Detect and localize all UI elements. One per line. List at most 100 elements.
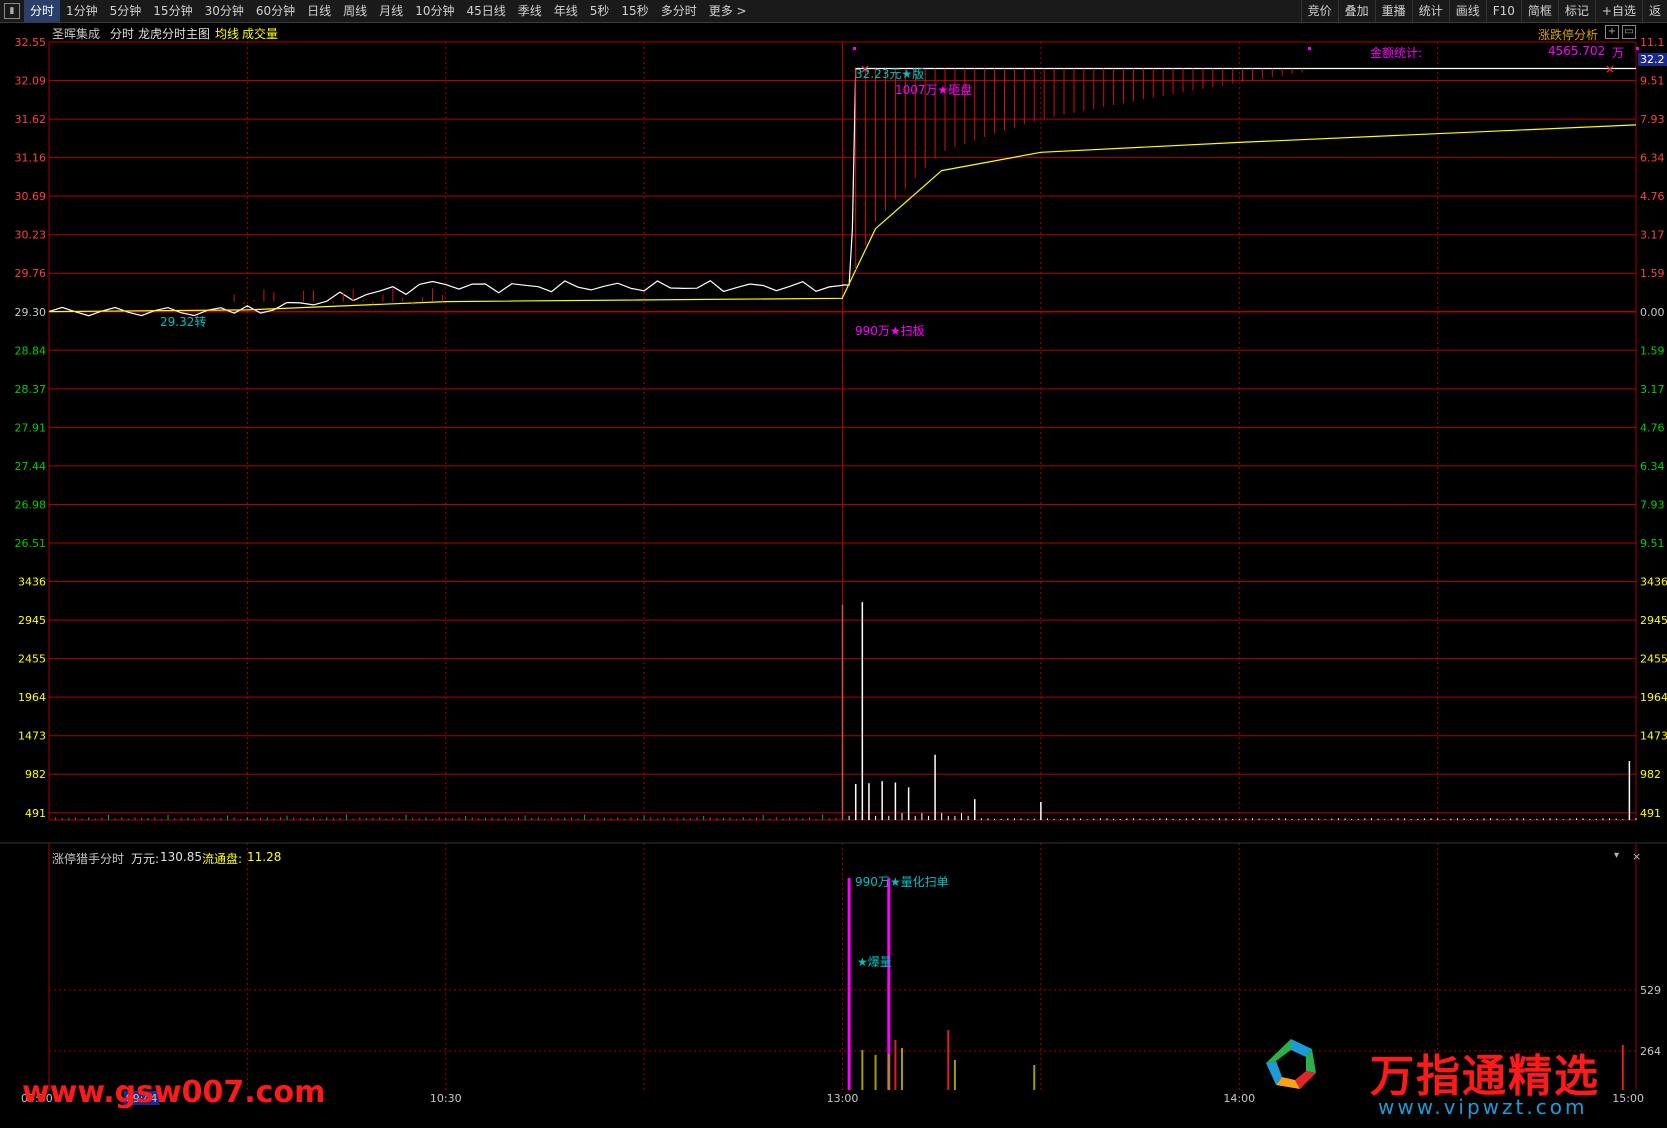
- period-tab-12[interactable]: 年线: [548, 0, 584, 22]
- period-tab-7[interactable]: 周线: [337, 0, 373, 22]
- price-tick-label: 31.62: [15, 113, 47, 126]
- tool-button-0[interactable]: 竞价: [1300, 0, 1338, 22]
- indicator-name[interactable]: 龙虎分时主图: [138, 25, 210, 42]
- panel-toggle-icon[interactable]: ▮: [4, 3, 20, 19]
- price-tick-label: 28.37: [15, 383, 47, 396]
- period-tab-14[interactable]: 15秒: [615, 0, 654, 22]
- watermark-left: www.gsw007.com: [22, 1075, 326, 1110]
- tool-button-3[interactable]: 统计: [1411, 0, 1449, 22]
- tool-buttons: 竞价 叠加 重播 统计 画线 F10 简框 标记 +自选返: [1300, 0, 1667, 22]
- marker-dot: [853, 47, 856, 50]
- restore-icon[interactable]: ▭: [1622, 25, 1636, 39]
- price-tick-label: 29.76: [15, 267, 47, 280]
- price-tick-label: 32.55: [15, 36, 47, 49]
- price-tick-label: 26.98: [15, 498, 47, 511]
- volume-label: 成交量: [242, 27, 279, 41]
- chart-area: 32.55 11.1 32.09 9.51 31.62 7.93 31.16 6.34 30.6…: [0, 36, 1667, 1105]
- price-tick-label: 26.51: [15, 537, 47, 550]
- close-icon[interactable]: ×: [1632, 850, 1641, 863]
- volume-tick-label: 2945: [18, 614, 46, 627]
- period-tab-3[interactable]: 15分钟: [147, 0, 198, 22]
- period-tab-16[interactable]: 更多 >: [703, 0, 753, 22]
- stock-name: 圣晖集成: [52, 27, 101, 41]
- tool-button-5[interactable]: F10: [1485, 0, 1521, 22]
- tool-button-4[interactable]: 画线: [1448, 0, 1486, 22]
- volume-burst-note: ★爆量: [857, 955, 892, 969]
- limit-up-note: 32.23元★版: [855, 67, 925, 81]
- pct-tick-label: 6.34: [1640, 152, 1665, 165]
- sub-indicator-name[interactable]: 涨停猎手分时: [52, 850, 124, 867]
- period-tab-1[interactable]: 1分钟: [60, 0, 104, 22]
- period-tab-5[interactable]: 60分钟: [250, 0, 301, 22]
- zoom-in-icon[interactable]: +: [1605, 25, 1619, 39]
- limit-analysis-link[interactable]: 涨跌停分析: [1538, 26, 1598, 43]
- volume-tick-label-right: 982: [1640, 768, 1661, 781]
- pct-tick-label: 7.93: [1640, 113, 1665, 126]
- price-tick-label: 30.23: [15, 229, 47, 242]
- period-tab-6[interactable]: 日线: [301, 0, 337, 22]
- price-tick-label: 32.09: [15, 75, 47, 88]
- tool-button-9[interactable]: 返: [1641, 0, 1667, 22]
- volume-tick-label-right: 1964: [1640, 691, 1667, 704]
- pct-tick-label: 9.51: [1640, 75, 1665, 88]
- dropdown-icon[interactable]: ▾: [1614, 850, 1619, 861]
- quant-sweep-note: 990万★量化扫单: [855, 875, 949, 889]
- avg-line-label: 均线: [215, 27, 240, 41]
- pct-tick-label: 9.51: [1640, 537, 1665, 550]
- wanyuan-label: 万元:: [131, 852, 160, 866]
- period-tab-15[interactable]: 多分时: [655, 0, 703, 22]
- pct-tick-label: 3.17: [1640, 383, 1665, 396]
- pct-tick-label: 7.93: [1640, 498, 1665, 511]
- marker-dot: [1636, 47, 1639, 50]
- sweep-board-note: 990万★扫板: [855, 324, 925, 338]
- price-tick-label: 30.69: [15, 190, 47, 203]
- period-tab-13[interactable]: 5秒: [584, 0, 616, 22]
- period-tab-4[interactable]: 30分钟: [199, 0, 250, 22]
- pct-tick-label: 0.00: [1640, 306, 1665, 319]
- marker-dot: [1308, 47, 1311, 50]
- pct-tick-label: 1.59: [1640, 344, 1665, 357]
- volume-tick-label-right: 2455: [1640, 653, 1667, 666]
- time-tick-label: 15:00: [1612, 1092, 1644, 1105]
- tool-button-8[interactable]: +自选: [1594, 0, 1642, 22]
- wanyuan-value: 130.85: [160, 850, 202, 864]
- sub-tick-label: 264: [1640, 1045, 1661, 1058]
- pct-tick-label: 3.17: [1640, 229, 1665, 242]
- turn-note: 29.32转: [160, 315, 207, 329]
- price-tick-label: 27.44: [15, 460, 47, 473]
- tool-button-2[interactable]: 重播: [1374, 0, 1412, 22]
- sub-tick-label: 529: [1640, 984, 1661, 997]
- tool-button-1[interactable]: 叠加: [1337, 0, 1375, 22]
- amount-stat-unit: 万: [1612, 46, 1625, 60]
- amount-stat-label: 金额统计:: [1370, 46, 1423, 60]
- watermark-right-url: www.vipwzt.com: [1378, 1095, 1588, 1119]
- period-tab-9[interactable]: 10分钟: [409, 0, 460, 22]
- period-tab-2[interactable]: 5分钟: [104, 0, 148, 22]
- limit-x-marker: ✕: [1605, 63, 1615, 77]
- period-tab-0[interactable]: 分时: [24, 0, 61, 22]
- mode-label: 分时: [110, 27, 135, 41]
- period-tab-11[interactable]: 季线: [512, 0, 548, 22]
- liutong-label: 流通盘:: [202, 852, 243, 866]
- pct-tick-label: 4.76: [1640, 190, 1665, 203]
- tool-button-6[interactable]: 简框: [1520, 0, 1558, 22]
- time-tick-label: 10:30: [430, 1092, 462, 1105]
- period-tab-8[interactable]: 月线: [373, 0, 409, 22]
- tool-button-7[interactable]: 标记: [1557, 0, 1595, 22]
- volume-tick-label: 982: [25, 768, 46, 781]
- volume-tick-label-right: 3436: [1640, 576, 1667, 589]
- sell-smash-note: 1007万★砸盘: [895, 83, 973, 97]
- volume-tick-label-right: 491: [1640, 807, 1661, 820]
- price-tick-label: 29.30: [15, 306, 47, 319]
- period-toolbar: ▮ 分时 1分钟 5分钟 15分钟 30分钟 60分钟 日线 周线 月线 10分钟 45日线 季线 年线…: [0, 0, 1667, 23]
- amount-stat-value: 4565.702: [1548, 44, 1606, 58]
- pct-tick-label: 4.76: [1640, 421, 1665, 434]
- volume-tick-label: 1964: [18, 691, 46, 704]
- time-tick-label: 13:00: [827, 1092, 859, 1105]
- period-tab-10[interactable]: 45日线: [460, 0, 511, 22]
- pct-tick-label: 11.1: [1640, 36, 1665, 49]
- volume-tick-label: 3436: [18, 576, 46, 589]
- period-tabs: 分时 1分钟 5分钟 15分钟 30分钟 60分钟 日线 周线 月线 10分钟 45日线 季线 年线 5秒…: [24, 0, 753, 22]
- pct-tick-label: 1.59: [1640, 267, 1665, 280]
- time-tick-label: 14:00: [1223, 1092, 1255, 1105]
